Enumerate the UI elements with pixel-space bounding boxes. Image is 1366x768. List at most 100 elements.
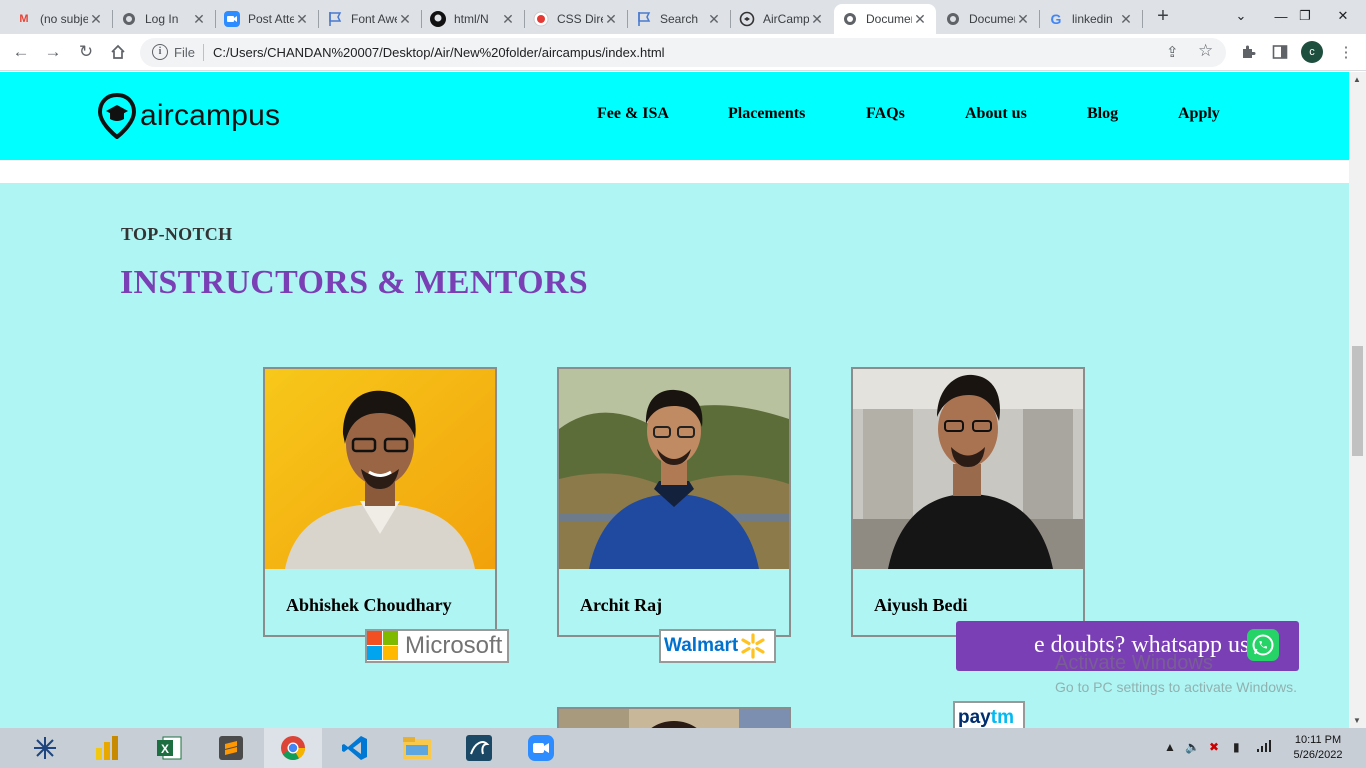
network-disconnected-icon[interactable]: ✖	[1209, 740, 1219, 754]
nav-about-us[interactable]: About us	[965, 105, 1027, 123]
volume-icon[interactable]: 🔈	[1185, 740, 1200, 754]
mentor-card[interactable]: Aiyush Bedi	[851, 367, 1085, 637]
tab-aircampus[interactable]: AirCampus ✕	[731, 4, 833, 34]
close-icon[interactable]: ✕	[1015, 11, 1031, 28]
close-icon[interactable]: ✕	[294, 11, 310, 28]
clock-date: 5/26/2022	[1293, 749, 1343, 761]
url-text[interactable]: C:/Users/CHANDAN%20007/Desktop/Air/New%2…	[213, 45, 665, 60]
globe-icon	[842, 11, 858, 27]
new-tab-button[interactable]: +	[1152, 6, 1174, 28]
nav-faqs[interactable]: FAQs	[866, 105, 905, 123]
vscode-icon[interactable]	[326, 728, 384, 768]
flag-icon	[327, 11, 343, 27]
globe-icon	[945, 11, 961, 27]
back-arrow-icon[interactable]: ←	[8, 39, 34, 65]
home-icon[interactable]	[105, 39, 131, 65]
battery-icon[interactable]: ▮	[1233, 740, 1240, 754]
tab-title: Log In	[145, 12, 179, 26]
excel-icon[interactable]: X	[140, 728, 198, 768]
tab-title: Document	[969, 12, 1015, 26]
clock-time: 10:11 PM	[1294, 734, 1342, 746]
show-hidden-icons-icon[interactable]: ▲	[1164, 740, 1176, 754]
forward-arrow-icon[interactable]: →	[40, 39, 66, 65]
company-label: Walmart	[664, 635, 739, 656]
close-icon[interactable]: ✕	[500, 11, 516, 28]
tab-title: linkedin	[1072, 12, 1113, 26]
power-bi-icon[interactable]	[78, 728, 136, 768]
paytm-logo: pay tm	[953, 701, 1025, 728]
mentor-photo	[265, 369, 495, 569]
close-icon[interactable]: ✕	[706, 11, 722, 28]
tab-title: Search	[660, 12, 699, 26]
aircampus-logo[interactable]: aircampus	[98, 91, 280, 141]
windows-activation-watermark: Activate Windows Go to PC settings to ac…	[1055, 652, 1297, 695]
tab-document-active[interactable]: Document ✕	[834, 4, 936, 34]
mentor-card-partial[interactable]	[557, 707, 791, 728]
tab-login[interactable]: Log In ✕	[113, 4, 215, 34]
tab-linkedin[interactable]: G linkedin ✕	[1040, 4, 1142, 34]
reload-icon[interactable]: ↻	[73, 39, 99, 65]
zoom-icon	[224, 11, 240, 27]
close-icon[interactable]: ✕	[1118, 11, 1134, 28]
close-icon[interactable]: ✕	[191, 11, 207, 28]
record-icon	[533, 11, 549, 27]
address-bar[interactable]: i File C:/Users/CHANDAN%20007/Desktop/Ai…	[140, 38, 1226, 67]
bookmark-star-icon[interactable]: ☆	[1198, 41, 1213, 61]
tab-search[interactable]: Search ✕	[628, 4, 730, 34]
tab-gmail[interactable]: M (no subject) ✕	[8, 4, 112, 34]
close-icon[interactable]: ✕	[397, 11, 413, 28]
browser-tab-strip: M (no subject) ✕ Log In ✕ Post Attendee …	[0, 0, 1366, 34]
nav-placements[interactable]: Placements	[728, 105, 805, 123]
tab-font-awesome[interactable]: Font Awesome ✕	[319, 4, 421, 34]
mentor-photo	[559, 369, 789, 569]
sublime-text-icon[interactable]	[202, 728, 260, 768]
scrollbar-thumb[interactable]	[1352, 346, 1363, 456]
nav-apply[interactable]: Apply	[1178, 105, 1220, 123]
mentor-name: Archit Raj	[580, 595, 663, 615]
page-viewport: aircampus Fee & ISA Placements FAQs Abou…	[0, 72, 1349, 728]
scroll-down-arrow-icon[interactable]: ▼	[1353, 716, 1361, 725]
mentor-card[interactable]: Abhishek Choudhary	[263, 367, 497, 637]
tab-css-direction[interactable]: CSS Direction ✕	[525, 4, 627, 34]
close-icon[interactable]: ✕	[809, 11, 825, 28]
info-icon[interactable]: i	[152, 44, 168, 60]
page-scrollbar[interactable]: ▲ ▼	[1349, 72, 1366, 728]
section-heading: INSTRUCTORS & MENTORS	[120, 264, 588, 301]
chrome-icon[interactable]	[264, 728, 322, 768]
mysql-workbench-icon[interactable]	[450, 728, 508, 768]
windows-taskbar: X ▲ 🔈 ✖ ▮ 10:11 PM 5/26/2022	[0, 728, 1366, 768]
mentor-card[interactable]: Archit Raj	[557, 367, 791, 637]
nav-blog[interactable]: Blog	[1087, 105, 1118, 123]
tab-zoom[interactable]: Post Attendee ✕	[216, 4, 318, 34]
scroll-up-arrow-icon[interactable]: ▲	[1353, 75, 1361, 84]
mentor-photo	[853, 369, 1083, 569]
close-icon[interactable]: ✕	[88, 11, 104, 28]
close-icon[interactable]: ✕	[912, 11, 928, 28]
tab-title: html/N	[454, 12, 489, 26]
nav-fee-isa[interactable]: Fee & ISA	[597, 105, 669, 123]
side-panel-icon[interactable]	[1268, 40, 1292, 64]
signal-icon[interactable]	[1257, 740, 1273, 755]
zoom-app-icon[interactable]	[512, 728, 570, 768]
gmail-icon: M	[19, 13, 29, 25]
tab-title: (no subject)	[40, 12, 88, 26]
window-close-icon[interactable]: ✕	[1320, 0, 1366, 32]
close-icon[interactable]: ✕	[603, 11, 619, 28]
profile-avatar[interactable]: c	[1301, 41, 1323, 63]
watermark-title: Activate Windows	[1055, 652, 1213, 674]
tab-document[interactable]: Document ✕	[937, 4, 1039, 34]
mentor-name: Aiyush Bedi	[874, 595, 968, 615]
share-icon[interactable]: ⇪	[1166, 43, 1179, 61]
google-icon: G	[1050, 11, 1062, 27]
menu-kebab-icon[interactable]: ⋮	[1334, 40, 1358, 64]
extensions-puzzle-icon[interactable]	[1236, 40, 1260, 64]
tab-github[interactable]: html/N ✕	[422, 4, 524, 34]
tab-title: Font Awesome	[351, 12, 397, 26]
walmart-logo: Walmart	[659, 629, 776, 663]
file-explorer-icon[interactable]	[388, 728, 446, 768]
tableau-icon[interactable]	[16, 728, 74, 768]
tab-title: AirCampus	[763, 12, 809, 26]
section-eyebrow: TOP-NOTCH	[121, 224, 233, 244]
tab-title: Post Attendee	[248, 12, 294, 26]
taskbar-clock[interactable]: 10:11 PM 5/26/2022	[1286, 733, 1350, 763]
